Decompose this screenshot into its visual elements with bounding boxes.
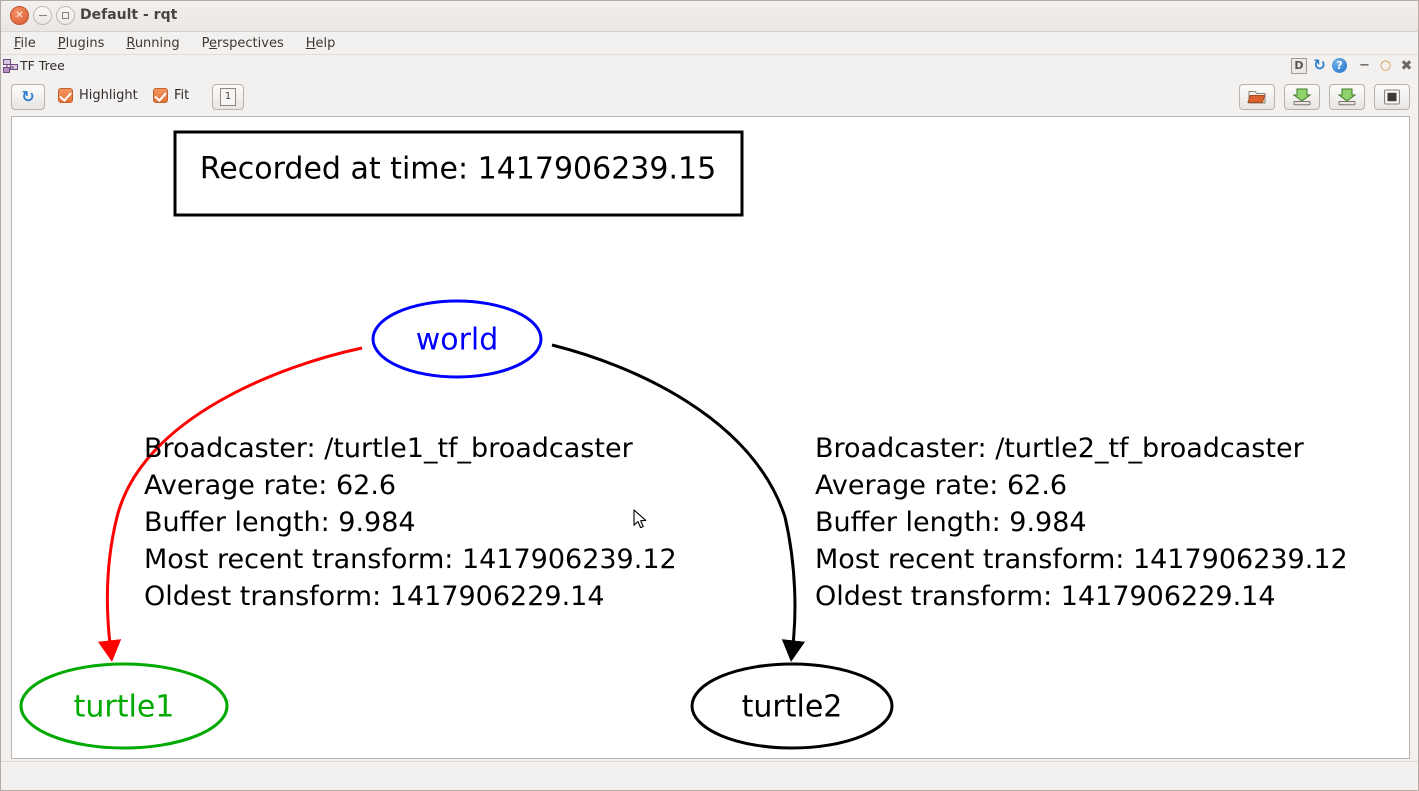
save-image-button[interactable]: [1329, 84, 1365, 110]
node-world-label: world: [416, 323, 499, 358]
recorded-at-time-label: Recorded at time: 1417906239.15: [200, 152, 716, 187]
load-dot-button[interactable]: [1239, 84, 1275, 110]
fit-label: Fit: [174, 88, 189, 103]
node-turtle1-label: turtle1: [74, 690, 175, 725]
tf-tree-icon: [3, 59, 18, 73]
node-turtle2-label: turtle2: [742, 690, 843, 725]
dock-d-icon[interactable]: D: [1291, 58, 1307, 74]
menu-help[interactable]: Help: [306, 35, 346, 52]
window-controls: ✕: [10, 6, 75, 25]
minimize-icon[interactable]: −: [1356, 57, 1373, 74]
menu-running-rest: unning: [135, 36, 180, 51]
edge1-buffer-length: Buffer length: 9.984: [144, 507, 416, 538]
node-turtle1[interactable]: turtle1: [21, 664, 227, 748]
menu-perspectives[interactable]: Perspectives: [202, 35, 294, 52]
tf-tree-toolbar: ↻ Highlight Fit 1: [1, 82, 1419, 115]
menu-plugins[interactable]: Plugins: [58, 35, 115, 52]
edge2-buffer-length: Buffer length: 9.984: [815, 507, 1087, 538]
tf-graph-canvas[interactable]: Recorded at time: 1417906239.15 world tu…: [11, 116, 1410, 759]
highlight-label: Highlight: [79, 88, 138, 103]
maximize-icon: [62, 12, 69, 19]
menubar: File Plugins Running Perspectives Help: [1, 32, 1419, 55]
menu-file[interactable]: File: [14, 35, 46, 52]
window-title: Default - rqt: [80, 7, 177, 23]
fullscreen-button[interactable]: [1374, 84, 1410, 110]
panel-title: TF Tree: [20, 58, 65, 73]
edge-label-turtle1: Broadcaster: /turtle1_tf_broadcaster Ave…: [144, 433, 677, 612]
edge2-average-rate: Average rate: 62.6: [815, 470, 1067, 501]
checkbox-checked-icon: [153, 88, 168, 103]
rqt-window: ✕ Default - rqt File Plugins Running Per…: [0, 0, 1419, 791]
menu-help-rest: elp: [316, 36, 336, 51]
edge1-broadcaster: Broadcaster: /turtle1_tf_broadcaster: [144, 433, 634, 464]
help-icon[interactable]: ?: [1332, 58, 1347, 73]
menu-perspectives-rest: rspectives: [217, 36, 284, 51]
tf-graph: Recorded at time: 1417906239.15 world tu…: [12, 117, 1409, 758]
edge1-average-rate: Average rate: 62.6: [144, 470, 396, 501]
edge1-most-recent-transform: Most recent transform: 1417906239.12: [144, 544, 677, 575]
save-dot-button[interactable]: [1284, 84, 1320, 110]
refresh-button[interactable]: ↻: [11, 84, 45, 110]
fullscreen-icon: [1382, 88, 1402, 106]
refresh-icon: ↻: [21, 89, 34, 105]
checkbox-checked-icon: [58, 88, 73, 103]
toolbar-right-buttons: [1239, 84, 1410, 110]
close-button[interactable]: ✕: [10, 6, 29, 25]
highlight-checkbox[interactable]: Highlight: [58, 88, 138, 103]
depth-value: 1: [220, 88, 236, 106]
edge2-most-recent-transform: Most recent transform: 1417906239.12: [815, 544, 1348, 575]
panel-header: TF Tree D ↻ ? − ○ ✖: [1, 56, 1419, 78]
save-image-icon: [1337, 88, 1357, 106]
fit-checkbox[interactable]: Fit: [153, 88, 189, 103]
depth-stepper-button[interactable]: 1: [212, 84, 244, 110]
panel-header-actions: D ↻ ? − ○ ✖: [1291, 57, 1415, 74]
undock-icon[interactable]: ○: [1377, 57, 1394, 74]
edge1-oldest-transform: Oldest transform: 1417906229.14: [144, 581, 605, 612]
minimize-button[interactable]: [33, 6, 52, 25]
menu-running[interactable]: Running: [126, 35, 189, 52]
refresh-icon[interactable]: ↻: [1311, 57, 1328, 74]
edge-label-turtle2: Broadcaster: /turtle2_tf_broadcaster Ave…: [815, 433, 1348, 612]
window-titlebar: ✕ Default - rqt: [1, 1, 1419, 32]
edge2-broadcaster: Broadcaster: /turtle2_tf_broadcaster: [815, 433, 1305, 464]
save-dot-icon: [1292, 88, 1312, 106]
menu-file-rest: ile: [21, 36, 36, 51]
node-world[interactable]: world: [373, 301, 541, 377]
close-icon[interactable]: ✖: [1398, 57, 1415, 74]
folder-icon: [1247, 88, 1267, 106]
maximize-button[interactable]: [56, 6, 75, 25]
minimize-icon: [39, 15, 47, 16]
node-turtle2[interactable]: turtle2: [692, 664, 892, 748]
edge2-oldest-transform: Oldest transform: 1417906229.14: [815, 581, 1276, 612]
status-bar: [1, 761, 1419, 790]
menu-plugins-rest: lugins: [66, 36, 105, 51]
recorded-at-time-box: Recorded at time: 1417906239.15: [175, 132, 742, 215]
